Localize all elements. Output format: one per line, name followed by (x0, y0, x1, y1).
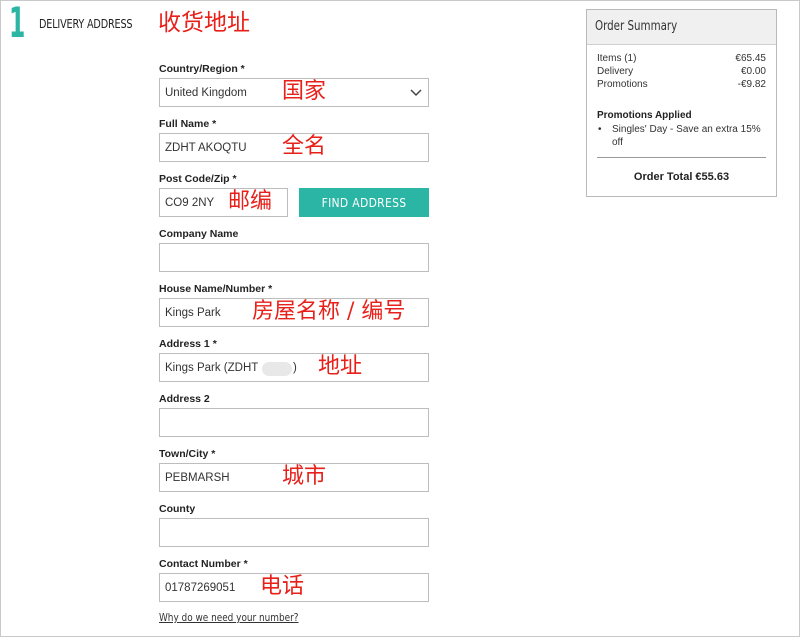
promotion-item-text: Singles' Day - Save an extra 15% off (612, 124, 761, 148)
annotation-full-name: 全名 (282, 134, 327, 159)
promotions-label: Promotions (597, 79, 648, 90)
promotions-applied-heading: Promotions Applied (597, 110, 692, 121)
annotation-contact: 电话 (260, 574, 305, 599)
postcode-label: Post Code/Zip * (159, 173, 237, 185)
house-label: House Name/Number * (159, 283, 273, 295)
house-value: Kings Park (165, 307, 221, 319)
order-total: Order Total €55.63 (633, 171, 730, 183)
order-summary-panel: Order Summary Items (1) €65.45 Delivery … (586, 9, 777, 197)
summary-row-delivery: Delivery €0.00 (597, 66, 766, 79)
annotation-address: 地址 (318, 354, 363, 379)
items-label: Items (1) (597, 53, 637, 64)
annotation-country: 国家 (282, 79, 327, 104)
county-label: County (159, 503, 196, 515)
contact-label: Contact Number * (159, 558, 248, 570)
contact-value: 01787269051 (165, 582, 236, 594)
postcode-value: CO9 2NY (165, 197, 215, 209)
address1-value-start: Kings Park (ZDHT (165, 362, 259, 374)
summary-row-items: Items (1) €65.45 (597, 53, 766, 66)
summary-divider (597, 157, 766, 158)
country-label: Country/Region * (159, 63, 245, 75)
delivery-value: €0.00 (740, 66, 766, 77)
address1-label: Address 1 * (159, 338, 217, 350)
country-value: United Kingdom (165, 87, 247, 99)
order-summary-header: Order Summary (587, 10, 776, 45)
annotation-town: 城市 (282, 464, 327, 489)
chevron-down-icon (410, 89, 422, 97)
summary-row-promotions: Promotions -€9.82 (597, 79, 766, 92)
promotion-item: Singles' Day - Save an extra 15% off (598, 123, 761, 149)
redacted-blur (262, 362, 292, 376)
county-input[interactable] (159, 518, 429, 547)
annotation-house: 房屋名称 / 编号 (252, 299, 406, 324)
address1-input[interactable]: Kings Park (ZDHT ) (159, 353, 429, 382)
full-name-value: ZDHT AKOQTU (165, 142, 247, 154)
address2-label: Address 2 (159, 393, 210, 405)
town-value: PEBMARSH (165, 472, 230, 484)
town-label: Town/City * (159, 448, 216, 460)
company-label: Company Name (159, 228, 239, 240)
step-number: 1 (9, 0, 26, 47)
annotation-heading: 收货地址 (158, 10, 250, 36)
address2-input[interactable] (159, 408, 429, 437)
order-summary-title: Order Summary (595, 19, 678, 34)
annotation-postcode: 邮编 (228, 189, 273, 214)
promotions-value: -€9.82 (737, 79, 766, 90)
find-address-button[interactable]: FIND ADDRESS (299, 188, 429, 217)
items-value: €65.45 (735, 53, 766, 64)
why-number-link[interactable]: Why do we need your number? (159, 611, 299, 624)
address1-value-end: ) (293, 362, 297, 374)
company-input[interactable] (159, 243, 429, 272)
section-title: DELIVERY ADDRESS (39, 16, 133, 31)
full-name-label: Full Name * (159, 118, 217, 130)
delivery-label: Delivery (597, 66, 634, 77)
